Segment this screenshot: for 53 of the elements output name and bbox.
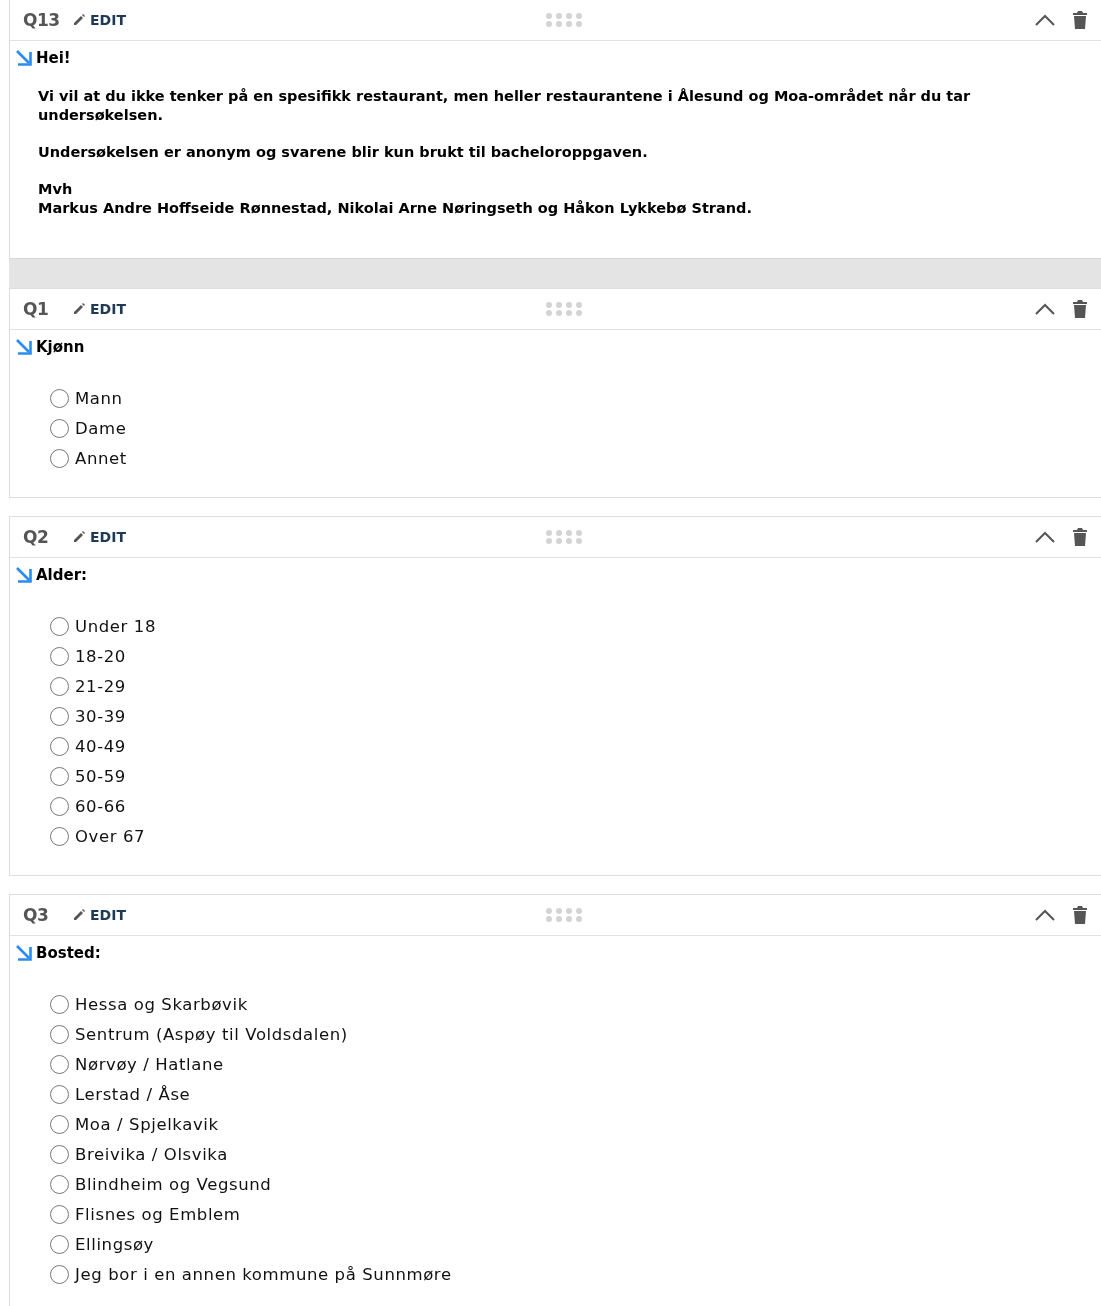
option-label[interactable]: Under 18 bbox=[75, 616, 156, 636]
option-label[interactable]: Lerstad / Åse bbox=[75, 1084, 191, 1104]
trash-icon[interactable] bbox=[1073, 11, 1087, 29]
option-label[interactable]: 21-29 bbox=[75, 676, 126, 696]
option-label[interactable]: Mann bbox=[75, 388, 123, 408]
question-number: Q13 bbox=[23, 10, 61, 30]
edit-button[interactable]: EDIT bbox=[73, 301, 126, 317]
option-label[interactable]: Ellingsøy bbox=[75, 1234, 154, 1254]
pencil-icon bbox=[73, 909, 85, 921]
pencil-icon bbox=[73, 303, 85, 315]
option-label[interactable]: Hessa og Skarbøvik bbox=[75, 994, 248, 1014]
option-label[interactable]: 40-49 bbox=[75, 736, 126, 756]
collapse-icon[interactable] bbox=[1035, 909, 1055, 921]
arrow-icon bbox=[16, 339, 32, 355]
intro-text: Vi vil at du ikke tenker på en spesifikk restaurant, men heller restaurantene i Ålesund og Moa-området når du tar undersøkelsen. bbox=[38, 87, 972, 125]
option-label[interactable]: Nørvøy / Hatlane bbox=[75, 1054, 224, 1074]
option-label[interactable]: Dame bbox=[75, 418, 127, 438]
option-label[interactable]: Sentrum (Aspøy til Voldsdalen) bbox=[75, 1024, 348, 1044]
option-label[interactable]: Blindheim og Vegsund bbox=[75, 1174, 272, 1194]
question-title: Hei! bbox=[36, 49, 71, 67]
option-label[interactable]: 30-39 bbox=[75, 706, 126, 726]
collapse-icon[interactable] bbox=[1035, 14, 1055, 26]
intro-text: Undersøkelsen er anonym og svarene blir kun brukt til bacheloroppgaven. bbox=[38, 143, 649, 162]
pencil-icon bbox=[73, 14, 85, 26]
question-number: Q2 bbox=[23, 527, 50, 547]
question-title: Bosted: bbox=[36, 944, 101, 962]
trash-icon[interactable] bbox=[1073, 300, 1087, 318]
trash-icon[interactable] bbox=[1073, 906, 1087, 924]
option-label[interactable]: 60-66 bbox=[75, 796, 126, 816]
arrow-icon bbox=[16, 50, 32, 66]
option-label[interactable]: 18-20 bbox=[75, 646, 126, 666]
option-label[interactable]: Moa / Spjelkavik bbox=[75, 1114, 219, 1134]
collapse-icon[interactable] bbox=[1035, 531, 1055, 543]
option-label[interactable]: Flisnes og Emblem bbox=[75, 1204, 241, 1224]
question-number: Q3 bbox=[23, 905, 50, 925]
intro-text: Markus Andre Hoffseide Rønnestad, Nikolai Arne Nøringseth og Håkon Lykkebø Strand. bbox=[38, 199, 753, 218]
option-label[interactable]: Jeg bor i en annen kommune på Sunnmøre bbox=[75, 1264, 452, 1284]
question-number: Q1 bbox=[23, 299, 50, 319]
question-title: Alder: bbox=[36, 566, 88, 584]
edit-button[interactable]: EDIT bbox=[73, 529, 126, 545]
option-label[interactable]: 50-59 bbox=[75, 766, 126, 786]
arrow-icon bbox=[16, 945, 32, 961]
arrow-icon bbox=[16, 567, 32, 583]
intro-text: Mvh bbox=[38, 180, 74, 199]
collapse-icon[interactable] bbox=[1035, 303, 1055, 315]
trash-icon[interactable] bbox=[1073, 528, 1087, 546]
question-title: Kjønn bbox=[36, 338, 85, 356]
option-label[interactable]: Breivika / Olsvika bbox=[75, 1144, 228, 1164]
option-label[interactable]: Over 67 bbox=[75, 826, 146, 846]
edit-button[interactable]: EDIT bbox=[73, 12, 126, 28]
option-label[interactable]: Annet bbox=[75, 448, 127, 468]
edit-button[interactable]: EDIT bbox=[73, 907, 126, 923]
pencil-icon bbox=[73, 531, 85, 543]
